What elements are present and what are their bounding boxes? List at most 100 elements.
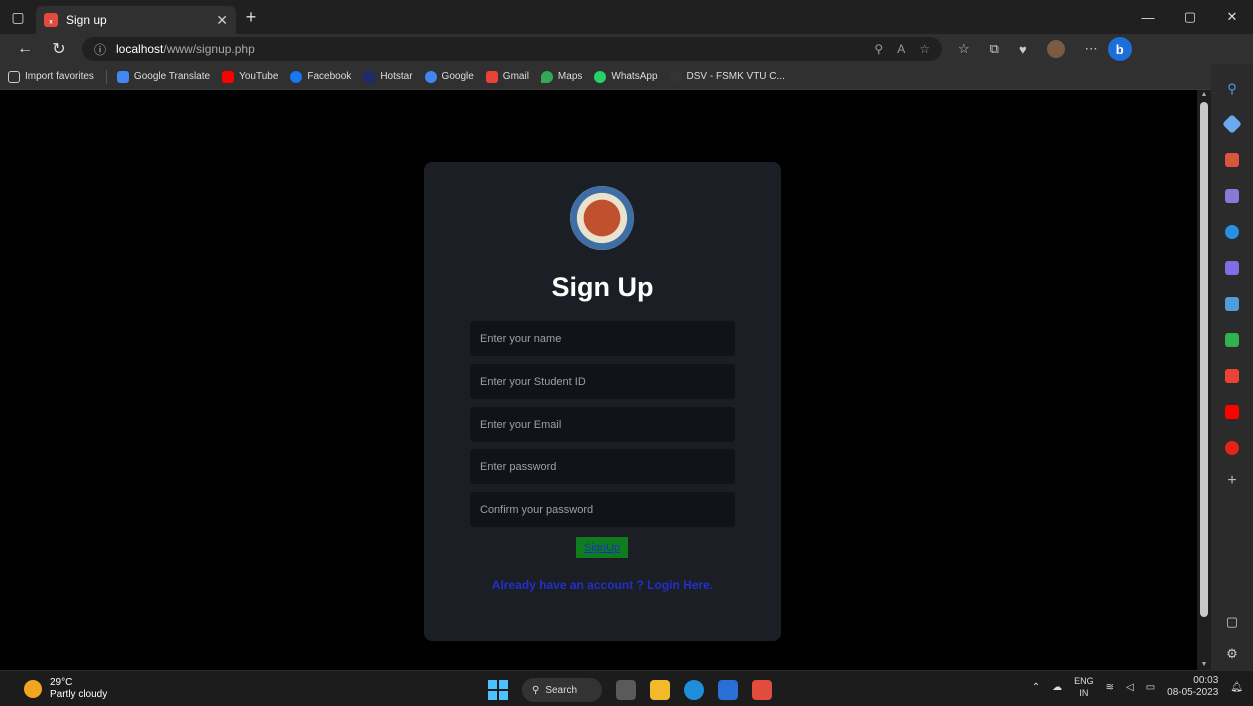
favorite-facebook[interactable]: Facebook <box>290 70 351 83</box>
new-tab-icon[interactable]: + <box>236 7 266 28</box>
tools-icon[interactable] <box>1225 153 1239 167</box>
add-favorite-icon[interactable]: ☆ <box>919 42 930 56</box>
search-icon: ⚲ <box>532 684 540 696</box>
games-icon[interactable] <box>1225 189 1239 203</box>
site-info-icon[interactable]: ⓘ <box>94 41 106 58</box>
email-input[interactable] <box>470 407 735 442</box>
favorites-icon[interactable]: ☆ <box>958 41 970 57</box>
address-toolbar: ← ↻ ⓘ localhost /www/signup.php ⚲ A ☆ ☆ … <box>0 34 1253 64</box>
telegram-icon[interactable] <box>1225 297 1239 311</box>
language-indicator[interactable]: ENG IN <box>1074 675 1094 699</box>
store-icon[interactable] <box>718 680 738 700</box>
maps-icon <box>540 70 553 83</box>
login-link[interactable]: Already have an account ? Login Here. <box>424 578 781 592</box>
facebook-icon <box>290 70 303 83</box>
url-path: /www/signup.php <box>163 42 255 56</box>
weather-condition: Partly cloudy <box>50 689 108 700</box>
student-id-input[interactable] <box>470 364 735 399</box>
import-icon <box>8 70 20 83</box>
maximize-icon[interactable]: ▢ <box>1169 0 1211 34</box>
read-aloud-icon[interactable]: A <box>897 42 905 56</box>
browser-titlebar: ▢ ₓ Sign up ✕ + — ▢ ✕ <box>0 0 1253 34</box>
xampp-icon[interactable] <box>752 680 772 700</box>
office-icon[interactable] <box>1225 225 1239 239</box>
favorite-import-favorites[interactable]: Import favorites <box>8 70 94 83</box>
close-tab-icon[interactable]: ✕ <box>216 12 228 29</box>
volume-icon[interactable]: ◁ <box>1126 682 1134 693</box>
task-view-icon[interactable] <box>616 680 636 700</box>
tree-icon[interactable] <box>1225 333 1239 347</box>
url-host: localhost <box>116 42 164 56</box>
show-hidden-icons-icon[interactable]: ⌃ <box>1032 682 1040 693</box>
youtube-icon[interactable] <box>1225 405 1239 419</box>
favorite-maps[interactable]: Maps <box>540 70 582 83</box>
minimize-icon[interactable]: — <box>1127 0 1169 34</box>
favorite-dsv-fsmk[interactable]: DSV - FSMK VTU C... <box>669 70 785 83</box>
favorite-gmail[interactable]: Gmail <box>485 70 529 83</box>
date: 08-05-2023 <box>1167 687 1219 698</box>
sidebar-settings-icon[interactable]: ⚙ <box>1226 646 1238 662</box>
signup-button[interactable]: SignUp <box>576 537 628 558</box>
page-scrollbar[interactable]: ▲ ▼ <box>1197 90 1211 670</box>
collections-icon[interactable]: ⧉ <box>990 41 999 57</box>
search-icon[interactable]: ⚲ <box>1225 81 1239 96</box>
translate-icon <box>116 70 129 83</box>
back-icon[interactable]: ← <box>8 40 42 58</box>
scroll-down-icon[interactable]: ▼ <box>1200 661 1208 669</box>
file-explorer-icon[interactable] <box>650 680 670 700</box>
edge-sidebar: ⚲ + ▢ ⚙ <box>1211 64 1253 670</box>
shopping-icon[interactable] <box>1222 114 1242 134</box>
search-label: Search <box>545 684 578 696</box>
gmail-icon <box>485 70 498 83</box>
gmail-icon[interactable] <box>1225 369 1239 383</box>
xampp-favicon-icon: ₓ <box>44 13 58 27</box>
designer-icon[interactable] <box>1225 261 1239 275</box>
weather-widget[interactable]: 29°C Partly cloudy <box>24 677 107 701</box>
partly-cloudy-icon <box>24 680 42 698</box>
profile-avatar[interactable] <box>1046 40 1065 58</box>
more-menu-icon[interactable]: ⋯ <box>1085 41 1098 57</box>
key-icon[interactable]: ⚲ <box>874 42 883 56</box>
whatsapp-icon <box>594 70 607 83</box>
scroll-up-icon[interactable]: ▲ <box>1200 91 1208 99</box>
favorite-hotstar[interactable]: Hotstar <box>363 70 413 83</box>
battery-icon[interactable]: ▭ <box>1146 682 1155 693</box>
tab-title: Sign up <box>66 13 107 27</box>
start-icon[interactable] <box>488 680 508 700</box>
tab-signup[interactable]: ₓ Sign up ✕ <box>36 6 236 34</box>
address-bar[interactable]: ⓘ localhost /www/signup.php ⚲ A ☆ <box>82 37 942 61</box>
clock[interactable]: 00:03 08-05-2023 <box>1167 675 1218 699</box>
name-input[interactable] <box>470 321 735 356</box>
browser-essentials-icon[interactable]: ♥ <box>1019 42 1027 57</box>
favorite-google[interactable]: Google <box>424 70 474 83</box>
hotstar-icon <box>363 70 376 83</box>
notifications-icon[interactable]: 🔔︎ <box>1230 682 1243 693</box>
time: 00:03 <box>1193 675 1219 686</box>
windows-taskbar: 29°C Partly cloudy ⚲ Search ⌃ ☁ ENG IN ≋… <box>0 670 1253 706</box>
page-title: Sign Up <box>551 272 654 302</box>
favorite-whatsapp[interactable]: WhatsApp <box>594 70 658 83</box>
google-icon <box>424 70 437 83</box>
tab-actions-icon[interactable]: ▢ <box>0 0 36 34</box>
add-sidebar-app-icon[interactable]: + <box>1227 472 1236 490</box>
scrollbar-thumb[interactable] <box>1200 102 1208 617</box>
favorite-google-translate[interactable]: Google Translate <box>116 70 210 83</box>
refresh-icon[interactable]: ↻ <box>42 39 76 59</box>
hide-sidebar-icon[interactable]: ▢ <box>1226 614 1238 630</box>
college-logo <box>570 186 634 250</box>
wifi-icon[interactable]: ≋ <box>1106 682 1114 693</box>
taskbar-search[interactable]: ⚲ Search <box>522 678 602 702</box>
temperature: 29°C <box>50 677 73 688</box>
favorites-divider <box>105 69 107 84</box>
bing-copilot-icon[interactable]: b <box>1107 37 1132 61</box>
youtube-music-icon[interactable] <box>1225 441 1239 455</box>
onedrive-icon[interactable]: ☁ <box>1052 682 1062 693</box>
close-window-icon[interactable]: ✕ <box>1211 0 1253 34</box>
favorite-youtube[interactable]: YouTube <box>222 70 278 83</box>
favorites-bar: Import favorites Google Translate YouTub… <box>0 64 1253 90</box>
dsv-icon <box>669 70 682 83</box>
password-input[interactable] <box>470 449 735 484</box>
youtube-icon <box>222 70 235 83</box>
edge-icon[interactable] <box>684 680 704 700</box>
confirm-password-input[interactable] <box>470 492 735 527</box>
